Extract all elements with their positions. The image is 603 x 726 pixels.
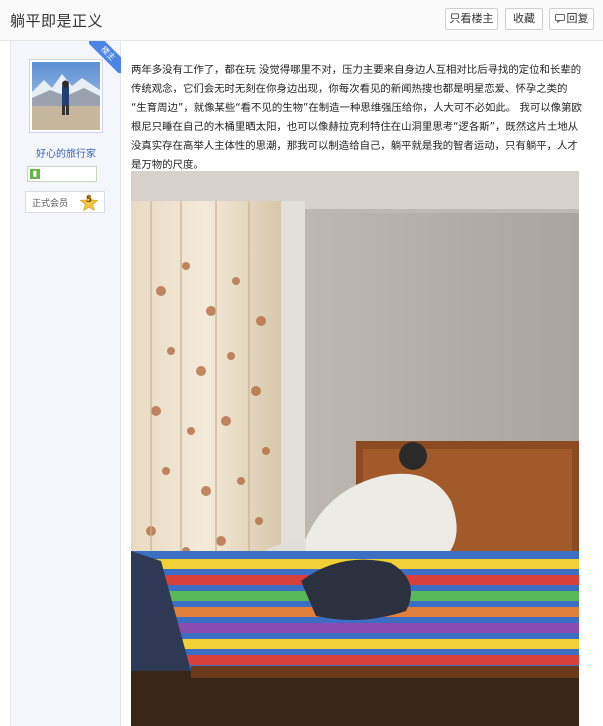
post: 楼主 好心的旅行家 ▮ 正式会员 5 两年多没有工作了，都在玩 没觉得哪里不对，… (10, 41, 603, 726)
level-badge-icon: ▮ (30, 169, 40, 179)
member-label: 正式会员 (32, 199, 69, 209)
reply-icon (554, 13, 565, 23)
thread-header: 躺平即是正义 只看楼主 收藏 回复 (0, 0, 603, 41)
post-content: 两年多没有工作了，都在玩 没觉得哪里不对，压力主要来自身边人互相对比后寻找的定位… (121, 41, 603, 726)
member-rank: 正式会员 5 (25, 191, 105, 213)
only-op-button[interactable]: 只看楼主 (445, 8, 498, 30)
favorite-button[interactable]: 收藏 (505, 8, 543, 30)
author-username[interactable]: 好心的旅行家 (11, 145, 121, 160)
author-sidebar: 楼主 好心的旅行家 ▮ 正式会员 5 (11, 41, 121, 726)
reply-label: 回复 (566, 12, 589, 25)
bedroom-photo (131, 171, 579, 726)
member-level: 5 (85, 195, 93, 205)
post-body: 两年多没有工作了，都在玩 没觉得哪里不对，压力主要来自身边人互相对比后寻找的定位… (131, 64, 582, 171)
op-badge-label: 楼主 (89, 41, 121, 73)
reply-button[interactable]: 回复 (549, 8, 594, 30)
level-bar: ▮ (27, 166, 97, 182)
thread-title: 躺平即是正义 (10, 12, 104, 30)
op-badge: 楼主 (89, 41, 121, 73)
